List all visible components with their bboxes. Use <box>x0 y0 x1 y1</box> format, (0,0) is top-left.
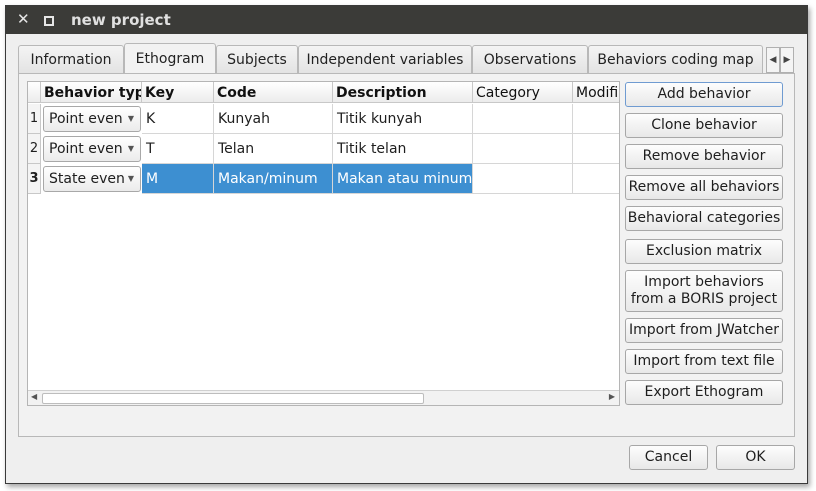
scroll-right-icon[interactable]: ▶ <box>609 392 615 401</box>
row-header[interactable]: 3 <box>28 164 41 194</box>
tab-behaviors-coding-map[interactable]: Behaviors coding map <box>588 45 763 73</box>
ethogram-table[interactable]: Behavior type Key Code Description Categ… <box>27 81 620 406</box>
key-cell[interactable]: M <box>142 164 214 194</box>
modifiers-cell[interactable] <box>573 134 619 164</box>
behavior-type-value: Point even <box>49 111 123 127</box>
header-behavior-type[interactable]: Behavior type <box>41 82 142 103</box>
header-category[interactable]: Category <box>473 82 573 103</box>
tab-observations[interactable]: Observations <box>472 45 588 73</box>
code-cell[interactable]: Makan/minum <box>214 164 333 194</box>
tab-ethogram[interactable]: Ethogram <box>124 43 216 74</box>
remove-behavior-button[interactable]: Remove behavior <box>625 144 783 169</box>
header-code[interactable]: Code <box>214 82 333 103</box>
import-boris-label-line2: from a BORIS project <box>630 291 778 307</box>
description-cell[interactable]: Titik kunyah <box>333 104 473 134</box>
category-cell[interactable] <box>473 104 573 134</box>
add-behavior-button[interactable]: Add behavior <box>625 82 783 107</box>
behavior-type-combo[interactable]: State even ▼ <box>43 166 141 192</box>
horizontal-scrollbar[interactable]: ◀ ▶ <box>28 390 619 405</box>
behavior-type-combo[interactable]: Point even ▼ <box>43 136 141 162</box>
header-description[interactable]: Description <box>333 82 473 103</box>
cancel-button[interactable]: Cancel <box>629 445 708 470</box>
maximize-icon[interactable] <box>44 16 54 26</box>
tab-scroll-left-icon[interactable]: ◀ <box>766 47 780 73</box>
modifiers-cell[interactable] <box>573 104 619 134</box>
key-cell[interactable]: K <box>142 104 214 134</box>
tab-independent-variables[interactable]: Independent variables <box>298 45 472 73</box>
category-cell[interactable] <box>473 164 573 194</box>
description-cell[interactable]: Makan atau minum <box>333 164 473 194</box>
code-cell[interactable]: Kunyah <box>214 104 333 134</box>
behavior-type-value: State even <box>49 171 125 187</box>
description-cell[interactable]: Titik telan <box>333 134 473 164</box>
row-header[interactable]: 2 <box>28 134 41 164</box>
row-header[interactable]: 1 <box>28 104 41 134</box>
exclusion-matrix-button[interactable]: Exclusion matrix <box>625 239 783 264</box>
ok-button[interactable]: OK <box>716 445 795 470</box>
chevron-down-icon: ▼ <box>127 144 134 153</box>
modifiers-cell[interactable] <box>573 164 619 194</box>
behavioral-categories-button[interactable]: Behavioral categories <box>625 206 783 231</box>
import-boris-label-line1: Import behaviors <box>644 274 764 290</box>
header-modifiers[interactable]: Modifi <box>573 82 619 103</box>
header-key[interactable]: Key <box>142 82 214 103</box>
tab-information[interactable]: Information <box>18 45 124 73</box>
category-cell[interactable] <box>473 134 573 164</box>
scrollbar-thumb[interactable] <box>42 393 424 404</box>
import-boris-project-button[interactable]: Import behaviors from a BORIS project <box>625 270 783 312</box>
clone-behavior-button[interactable]: Clone behavior <box>625 113 783 138</box>
behavior-type-combo[interactable]: Point even ▼ <box>43 106 141 132</box>
chevron-down-icon: ▼ <box>127 174 134 183</box>
tab-subjects[interactable]: Subjects <box>216 45 298 73</box>
chevron-down-icon: ▼ <box>127 114 134 123</box>
window-title: new project <box>71 11 171 29</box>
scroll-left-icon[interactable]: ◀ <box>31 392 37 401</box>
import-text-file-button[interactable]: Import from text file <box>625 349 783 374</box>
key-cell[interactable]: T <box>142 134 214 164</box>
code-cell[interactable]: Telan <box>214 134 333 164</box>
tab-scroll-right-icon[interactable]: ▶ <box>780 47 794 73</box>
close-icon[interactable]: ✕ <box>17 10 30 28</box>
remove-all-behaviors-button[interactable]: Remove all behaviors <box>625 175 783 200</box>
corner-header[interactable] <box>28 82 41 103</box>
behavior-type-value: Point even <box>49 141 123 157</box>
title-bar: ✕ new project <box>6 6 807 34</box>
export-ethogram-button[interactable]: Export Ethogram <box>625 380 783 405</box>
import-jwatcher-button[interactable]: Import from JWatcher <box>625 318 783 343</box>
